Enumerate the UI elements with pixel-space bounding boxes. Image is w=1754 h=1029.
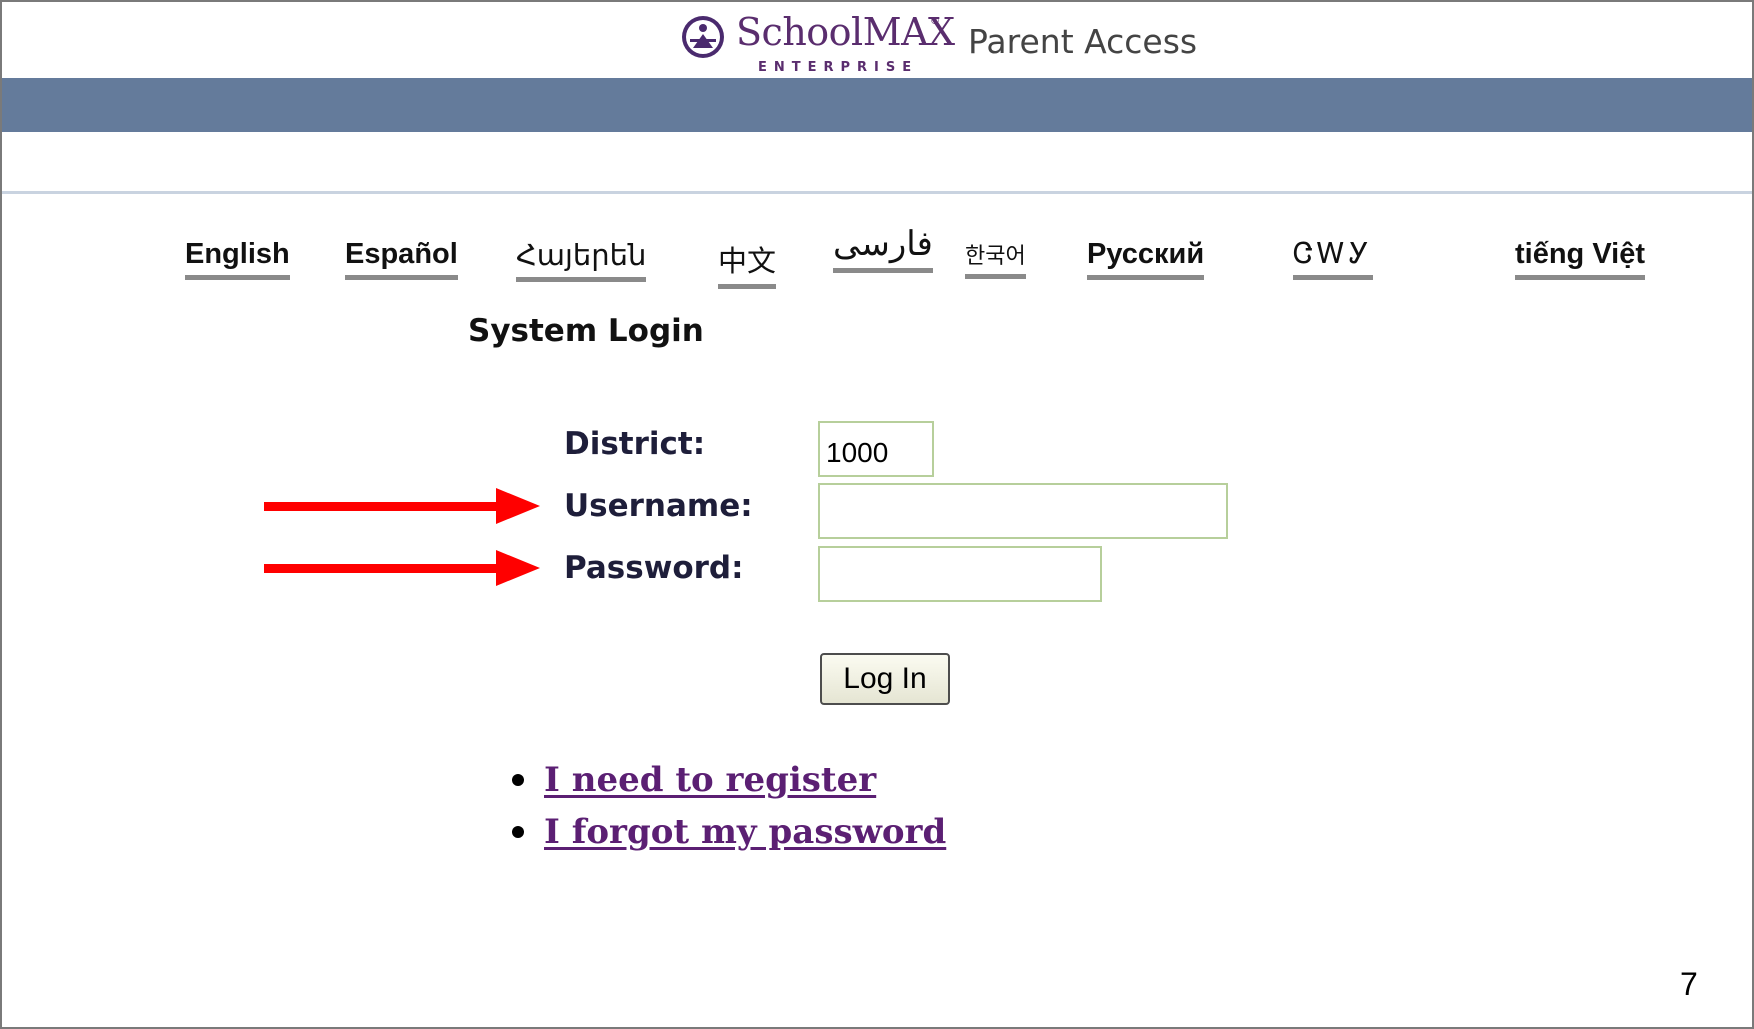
annotation-arrow-password <box>264 550 540 586</box>
header: SchoolMAX ® ENTERPRISE Parent Access <box>2 2 1752 78</box>
page-title: Parent Access <box>968 22 1198 61</box>
district-field[interactable] <box>818 421 934 477</box>
forgot-password-link[interactable]: I forgot my password <box>544 812 946 852</box>
login-button[interactable]: Log In <box>820 653 950 705</box>
logo-registered-mark: ® <box>930 16 940 27</box>
lang-armenian-link[interactable]: Հայերեն <box>516 238 647 282</box>
lang-spanish-link[interactable]: Español <box>345 238 458 280</box>
bullet-icon <box>512 826 524 838</box>
password-label: Password: <box>564 550 744 586</box>
username-field[interactable] <box>818 483 1228 539</box>
lang-vietnamese-link[interactable]: tiếng Việt <box>1515 238 1645 280</box>
register-link[interactable]: I need to register <box>544 760 876 800</box>
slide-page-number: 7 <box>1680 966 1698 1002</box>
username-label: Username: <box>564 488 753 524</box>
lang-english-link[interactable]: English <box>185 238 290 280</box>
help-links: I need to register I forgot my password <box>512 754 946 858</box>
login-heading: System Login <box>468 313 704 349</box>
lang-cherokee-link[interactable]: ᏣᎳᎩ <box>1293 238 1373 280</box>
logo-subtitle: ENTERPRISE <box>758 60 919 75</box>
bullet-icon <box>512 774 524 786</box>
logo-wordmark: SchoolMAX <box>736 10 955 54</box>
list-item: I need to register <box>512 754 946 806</box>
divider <box>2 191 1752 194</box>
language-selector: English Español Հայերեն 中文 فارسی 한국어 Рус… <box>185 225 1675 298</box>
password-field[interactable] <box>818 546 1102 602</box>
annotation-arrow-username <box>264 488 540 524</box>
schoolmax-logo: SchoolMAX ® ENTERPRISE <box>680 8 955 80</box>
emblem-icon <box>682 16 724 58</box>
lang-russian-link[interactable]: Русский <box>1087 238 1205 280</box>
list-item: I forgot my password <box>512 806 946 858</box>
lang-korean-link[interactable]: 한국어 <box>965 238 1026 279</box>
header-banner <box>2 78 1752 132</box>
district-label: District: <box>564 426 706 462</box>
lang-farsi-link[interactable]: فارسی <box>833 224 933 273</box>
lang-chinese-link[interactable]: 中文 <box>718 238 777 289</box>
